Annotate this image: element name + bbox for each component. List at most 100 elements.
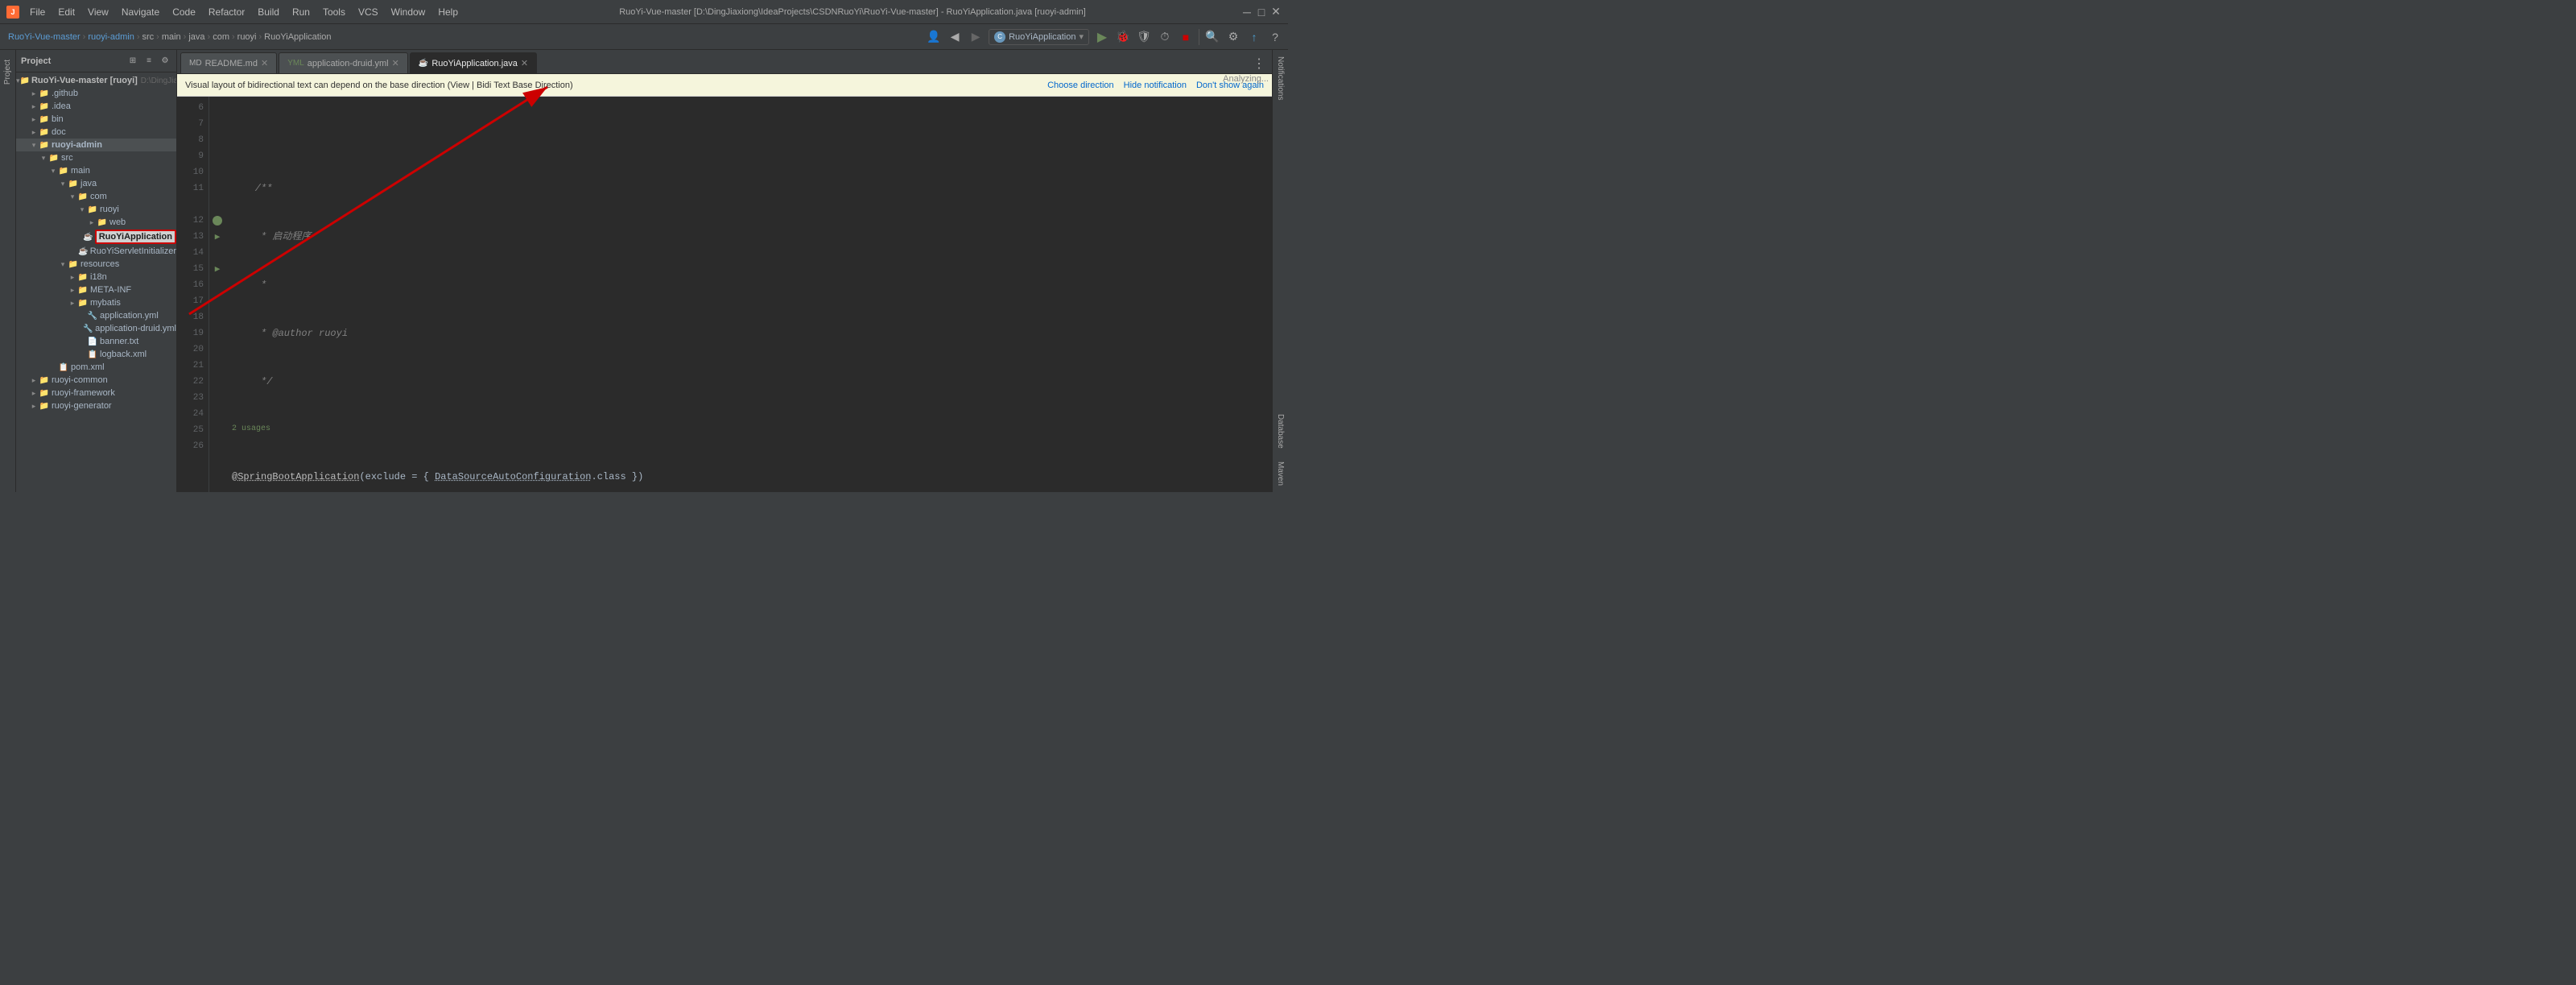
tree-arrow: ▾ bbox=[68, 192, 77, 201]
menu-help[interactable]: Help bbox=[432, 4, 464, 20]
menu-window[interactable]: Window bbox=[386, 4, 431, 20]
run-gutter-icon[interactable]: ▶ bbox=[215, 231, 221, 242]
project-scope-btn[interactable]: ⊞ bbox=[126, 55, 139, 68]
gutter-21 bbox=[209, 358, 225, 374]
tree-item-ruoyi-admin[interactable]: ▾ 📁 ruoyi-admin bbox=[16, 139, 176, 151]
help-btn[interactable]: ? bbox=[1265, 27, 1285, 47]
tree-item-logback[interactable]: 📋 logback.xml bbox=[16, 348, 176, 361]
tree-item-i18n[interactable]: ▸ 📁 i18n bbox=[16, 271, 176, 283]
tree-arrow: ▸ bbox=[29, 376, 39, 385]
gutter-13[interactable]: ▶ bbox=[209, 229, 225, 245]
gutter-10 bbox=[209, 164, 225, 180]
tree-item-meta-inf[interactable]: ▸ 📁 META-INF bbox=[16, 283, 176, 296]
line-num-23: 23 bbox=[177, 390, 204, 406]
tree-item-doc[interactable]: ▸ 📁 doc bbox=[16, 126, 176, 139]
menu-vcs[interactable]: VCS bbox=[353, 4, 384, 20]
menu-view[interactable]: View bbox=[82, 4, 114, 20]
line-num-13: 13 bbox=[177, 229, 204, 245]
coverage-button[interactable]: 🛡 bbox=[1134, 27, 1154, 47]
run-button[interactable]: ▶ bbox=[1092, 27, 1112, 47]
run-config-dropdown[interactable]: ▾ bbox=[1079, 31, 1084, 42]
tree-item-java[interactable]: ▾ 📁 java bbox=[16, 177, 176, 190]
toolbar-user-btn[interactable]: 👤 bbox=[924, 27, 943, 47]
tree-arrow: ▸ bbox=[29, 402, 39, 411]
minimize-button[interactable]: ─ bbox=[1241, 6, 1253, 18]
menu-navigate[interactable]: Navigate bbox=[116, 4, 165, 20]
tab-close-ruoyi[interactable]: ✕ bbox=[521, 58, 528, 68]
breadcrumb-part[interactable]: ruoyi-admin bbox=[88, 32, 134, 42]
run-config-selector[interactable]: C RuoYiApplication ▾ bbox=[989, 29, 1089, 45]
toolbar-back-btn[interactable]: ◀ bbox=[945, 27, 964, 47]
tab-readme[interactable]: MD README.md ✕ bbox=[180, 52, 277, 73]
tree-label: main bbox=[71, 166, 90, 176]
tree-label: web bbox=[109, 217, 126, 227]
menu-tools[interactable]: Tools bbox=[317, 4, 351, 20]
tree-item-ruoyi-application[interactable]: ☕ RuoYiApplication bbox=[16, 229, 176, 245]
line-num-22: 22 bbox=[177, 374, 204, 390]
tree-item-com[interactable]: ▾ 📁 com bbox=[16, 190, 176, 203]
tab-close-readme[interactable]: ✕ bbox=[261, 58, 268, 68]
stop-button[interactable]: ■ bbox=[1176, 27, 1195, 47]
menu-run[interactable]: Run bbox=[287, 4, 316, 20]
tree-item-ruoyi[interactable]: ▾ 📁 ruoyi bbox=[16, 203, 176, 216]
tree-item-resources[interactable]: ▾ 📁 resources bbox=[16, 258, 176, 271]
tree-item-ruoyi-generator[interactable]: ▸ 📁 ruoyi-generator bbox=[16, 399, 176, 412]
tree-item-ruoyi-framework[interactable]: ▸ 📁 ruoyi-framework bbox=[16, 387, 176, 399]
menu-build[interactable]: Build bbox=[252, 4, 285, 20]
yml-icon: 🔧 bbox=[87, 310, 98, 321]
tree-label: application.yml bbox=[100, 311, 159, 321]
tree-item-mybatis[interactable]: ▸ 📁 mybatis bbox=[16, 296, 176, 309]
txt-icon: 📄 bbox=[87, 336, 98, 347]
notification-text: Visual layout of bidirectional text can … bbox=[185, 81, 1047, 90]
right-tab-maven[interactable]: Maven bbox=[1274, 455, 1287, 492]
right-tab-notifications[interactable]: Notifications bbox=[1274, 50, 1287, 106]
tree-item-src[interactable]: ▾ 📁 src bbox=[16, 151, 176, 164]
project-settings-btn[interactable]: ⚙ bbox=[159, 55, 171, 68]
choose-direction-link[interactable]: Choose direction bbox=[1047, 81, 1114, 90]
update-btn[interactable]: ↑ bbox=[1245, 27, 1264, 47]
tree-item-github[interactable]: ▸ 📁 .github bbox=[16, 87, 176, 100]
tab-application-druid[interactable]: YML application-druid.yml ✕ bbox=[279, 52, 408, 73]
menu-code[interactable]: Code bbox=[167, 4, 201, 20]
code-line-7: /** bbox=[225, 180, 1272, 197]
tree-item-application-yml[interactable]: 🔧 application.yml bbox=[16, 309, 176, 322]
menu-edit[interactable]: Edit bbox=[52, 4, 80, 20]
profile-button[interactable]: ⏱ bbox=[1155, 27, 1174, 47]
code-editor[interactable]: 6 7 8 9 10 11 12 13 14 15 16 17 18 19 20 bbox=[177, 97, 1272, 492]
folder-icon: 📁 bbox=[77, 297, 89, 308]
gutter-15[interactable]: ▶ bbox=[209, 261, 225, 277]
tree-item-application-druid[interactable]: 🔧 application-druid.yml bbox=[16, 322, 176, 335]
menu-refactor[interactable]: Refactor bbox=[203, 4, 250, 20]
run-config-icon: C bbox=[994, 31, 1005, 43]
maximize-button[interactable]: □ bbox=[1256, 6, 1267, 18]
tree-item-bin[interactable]: ▸ 📁 bin bbox=[16, 113, 176, 126]
tree-item-web[interactable]: ▸ 📁 web bbox=[16, 216, 176, 229]
settings-btn[interactable]: ⚙ bbox=[1224, 27, 1243, 47]
line-num-15: 15 bbox=[177, 261, 204, 277]
tree-arrow: ▸ bbox=[29, 128, 39, 137]
tree-item-pom[interactable]: 📋 pom.xml bbox=[16, 361, 176, 374]
tree-item-idea[interactable]: ▸ 📁 .idea bbox=[16, 100, 176, 113]
tab-close-druid[interactable]: ✕ bbox=[392, 58, 399, 68]
toolbar-forward-btn[interactable]: ▶ bbox=[966, 27, 985, 47]
close-button[interactable]: ✕ bbox=[1270, 6, 1282, 18]
breadcrumb-part[interactable]: RuoYi-Vue-master bbox=[8, 32, 80, 42]
tree-label: .idea bbox=[52, 101, 71, 111]
tree-item-banner[interactable]: 📄 banner.txt bbox=[16, 335, 176, 348]
hide-notification-link[interactable]: Hide notification bbox=[1124, 81, 1187, 90]
tab-options-btn[interactable]: ⋮ bbox=[1249, 54, 1269, 73]
run-gutter-icon-15[interactable]: ▶ bbox=[215, 263, 221, 275]
search-everywhere-btn[interactable]: 🔍 bbox=[1203, 27, 1222, 47]
tree-item-root[interactable]: ▾ 📁 RuoYi-Vue-master [ruoyi] D:\DingJiax… bbox=[16, 74, 176, 87]
project-collapse-btn[interactable]: ≡ bbox=[142, 55, 155, 68]
tab-ruoyi-application[interactable]: ☕ RuoYiApplication.java ✕ bbox=[410, 52, 537, 73]
debug-button[interactable]: 🐞 bbox=[1113, 27, 1133, 47]
gutter-18 bbox=[209, 309, 225, 325]
tree-item-ruoyi-servlet[interactable]: ☕ RuoYiServletInitializer bbox=[16, 245, 176, 258]
tree-item-ruoyi-common[interactable]: ▸ 📁 ruoyi-common bbox=[16, 374, 176, 387]
tree-item-main[interactable]: ▾ 📁 main bbox=[16, 164, 176, 177]
code-content[interactable]: /** * 启动程序 * * @author ruoyi */ 2 usages… bbox=[225, 97, 1272, 492]
menu-file[interactable]: File bbox=[24, 4, 51, 20]
sidebar-tab-project[interactable]: Project bbox=[1, 53, 14, 91]
right-tab-database[interactable]: Database bbox=[1274, 408, 1287, 455]
